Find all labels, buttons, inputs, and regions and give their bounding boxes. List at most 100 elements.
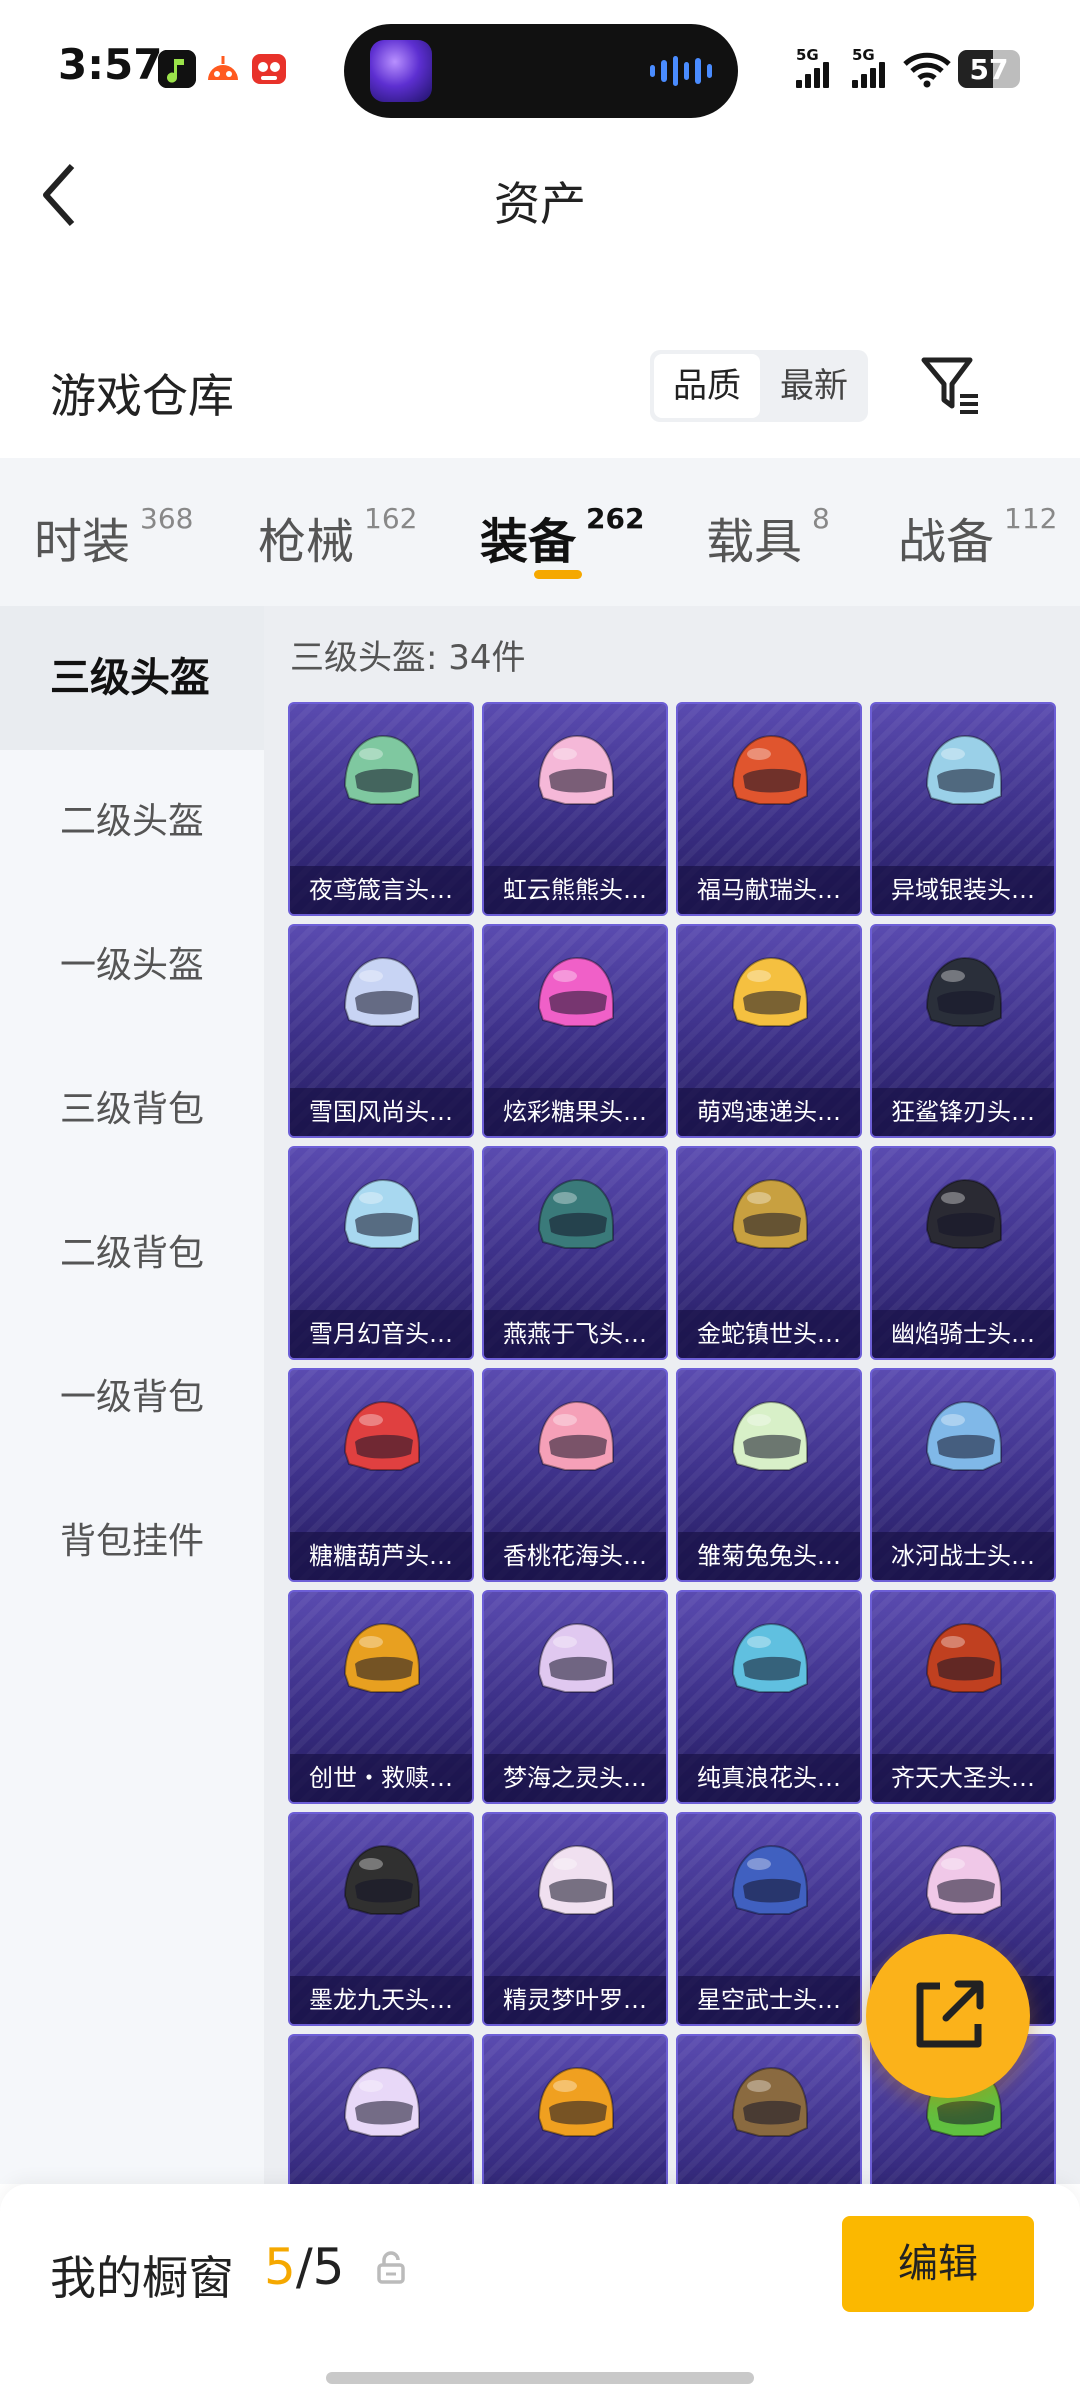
helmet-icon — [731, 956, 808, 1027]
item-card[interactable]: 纯真浪花头… — [676, 1590, 862, 1804]
item-card[interactable]: 夜鸢箴言头… — [288, 702, 474, 916]
item-card[interactable]: 精灵梦叶罗… — [482, 1812, 668, 2026]
home-indicator[interactable] — [326, 2372, 754, 2384]
item-name: 糖糖葫芦头… — [290, 1532, 472, 1580]
item-card[interactable]: 福马献瑞头… — [676, 702, 862, 916]
audio-wave-icon — [650, 54, 712, 88]
category-tabs: 时装 368 枪械 162 装备 262 载具 8 战备 112 — [0, 458, 1080, 606]
helmet-icon — [343, 956, 420, 1027]
helmet-icon — [731, 1400, 808, 1471]
item-card[interactable]: 冰河战士头… — [870, 1368, 1056, 1582]
sidebar-item-level1-backpack[interactable]: 一级背包 — [0, 1326, 264, 1470]
sidebar-item-level2-helmet[interactable]: 二级头盔 — [0, 750, 264, 894]
helmet-icon — [343, 1178, 420, 1249]
sidebar-item-backpack-charm[interactable]: 背包挂件 — [0, 1470, 264, 1614]
status-time: 3:57 — [58, 40, 163, 89]
helmet-icon — [537, 1844, 614, 1915]
media-thumbnail — [370, 40, 432, 102]
item-card[interactable]: 虹云熊熊头… — [482, 702, 668, 916]
signal-icon: 5G — [796, 46, 840, 88]
item-name: 雪月幻音头… — [290, 1310, 472, 1358]
sidebar-item-level3-helmet[interactable]: 三级头盔 — [0, 606, 264, 750]
item-card[interactable]: 燕燕于飞头… — [482, 1146, 668, 1360]
helmet-icon — [537, 1622, 614, 1693]
item-name: 狂鲨锋刃头… — [872, 1088, 1054, 1136]
helmet-icon — [343, 734, 420, 805]
helmet-icon — [731, 734, 808, 805]
item-name: 虹云熊熊头… — [484, 866, 666, 914]
helmet-icon — [925, 1844, 1002, 1915]
helmet-icon — [731, 1844, 808, 1915]
item-name: 燕燕于飞头… — [484, 1310, 666, 1358]
sidebar-item-level1-helmet[interactable]: 一级头盔 — [0, 894, 264, 1038]
item-card[interactable] — [676, 2034, 862, 2184]
helmet-icon — [537, 1178, 614, 1249]
item-card[interactable]: 雏菊兔兔头… — [676, 1368, 862, 1582]
item-card[interactable] — [288, 2034, 474, 2184]
item-name: 创世・救赎… — [290, 1754, 472, 1802]
item-name: 雏菊兔兔头… — [678, 1532, 860, 1580]
wifi-icon — [903, 52, 951, 88]
share-button[interactable] — [866, 1934, 1030, 2098]
tab-guns[interactable]: 枪械 162 — [258, 502, 417, 572]
helmet-icon — [537, 1400, 614, 1471]
item-card[interactable]: 狂鲨锋刃头… — [870, 924, 1056, 1138]
item-card[interactable]: 雪国风尚头… — [288, 924, 474, 1138]
share-icon — [916, 1980, 984, 2048]
sidebar: 三级头盔 二级头盔 一级头盔 三级背包 二级背包 一级背包 背包挂件 — [0, 606, 264, 2184]
item-card[interactable]: 创世・救赎… — [288, 1590, 474, 1804]
tab-battle-gear[interactable]: 战备 112 — [898, 502, 1057, 572]
showcase-label: 我的橱窗 — [50, 2251, 234, 2305]
item-card[interactable]: 炫彩糖果头… — [482, 924, 668, 1138]
helmet-icon — [731, 1178, 808, 1249]
item-card[interactable]: 墨龙九天头… — [288, 1812, 474, 2026]
item-name: 纯真浪花头… — [678, 1754, 860, 1802]
item-card[interactable]: 梦海之灵头… — [482, 1590, 668, 1804]
battery-icon: 57 — [958, 50, 1020, 88]
item-name: 齐天大圣头… — [872, 1754, 1054, 1802]
item-name: 福马献瑞头… — [678, 866, 860, 914]
edit-button[interactable]: 编辑 — [842, 2216, 1034, 2312]
item-name: 异域银装头… — [872, 866, 1054, 914]
helmet-icon — [343, 1400, 420, 1471]
item-card[interactable]: 异域银装头… — [870, 702, 1056, 916]
item-card[interactable]: 香桃花海头… — [482, 1368, 668, 1582]
item-name: 炫彩糖果头… — [484, 1088, 666, 1136]
item-card[interactable]: 星空武士头… — [676, 1812, 862, 2026]
sidebar-item-level2-backpack[interactable]: 二级背包 — [0, 1182, 264, 1326]
filter-button[interactable] — [918, 352, 984, 418]
item-card[interactable]: 齐天大圣头… — [870, 1590, 1056, 1804]
tab-equipment[interactable]: 装备 262 — [480, 502, 644, 572]
helmet-icon — [343, 2066, 420, 2137]
item-name: 萌鸡速递头… — [678, 1088, 860, 1136]
item-name: 金蛇镇世头… — [678, 1310, 860, 1358]
item-name: 雪国风尚头… — [290, 1088, 472, 1136]
sidebar-item-level3-backpack[interactable]: 三级背包 — [0, 1038, 264, 1182]
sort-latest-button[interactable]: 最新 — [764, 354, 864, 418]
tab-vehicles[interactable]: 载具 8 — [706, 502, 830, 572]
item-name: 香桃花海头… — [484, 1532, 666, 1580]
showcase-count: 5/5 — [264, 2238, 345, 2296]
item-card[interactable]: 糖糖葫芦头… — [288, 1368, 474, 1582]
item-card[interactable]: 金蛇镇世头… — [676, 1146, 862, 1360]
item-name: 梦海之灵头… — [484, 1754, 666, 1802]
item-card[interactable] — [482, 2034, 668, 2184]
helmet-icon — [925, 1400, 1002, 1471]
helmet-icon — [925, 1622, 1002, 1693]
item-card[interactable]: 雪月幻音头… — [288, 1146, 474, 1360]
filter-icon — [921, 357, 978, 414]
item-count-header: 三级头盔: 34件 — [290, 638, 526, 678]
helmet-icon — [731, 1622, 808, 1693]
item-name: 幽焰骑士头… — [872, 1310, 1054, 1358]
active-tab-indicator — [534, 570, 582, 579]
sort-quality-button[interactable]: 品质 — [654, 354, 760, 418]
item-card[interactable]: 萌鸡速递头… — [676, 924, 862, 1138]
helmet-icon — [731, 2066, 808, 2137]
item-card[interactable]: 幽焰骑士头… — [870, 1146, 1056, 1360]
tab-fashion[interactable]: 时装 368 — [34, 502, 193, 572]
music-app-icon — [158, 50, 196, 88]
sort-toggle: 品质 最新 — [650, 350, 868, 422]
showcase-bar: 我的橱窗 5/5 编辑 — [0, 2184, 1080, 2400]
item-name: 夜鸢箴言头… — [290, 866, 472, 914]
dynamic-island[interactable] — [344, 24, 738, 118]
